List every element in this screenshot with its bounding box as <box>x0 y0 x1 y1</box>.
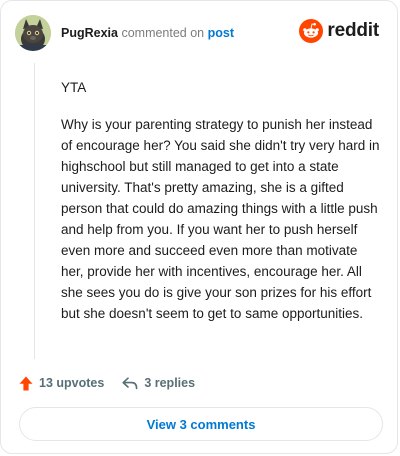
comment-paragraph: Why is your parenting strategy to punish… <box>61 117 380 321</box>
upvote-arrow-icon <box>19 376 33 390</box>
reddit-wordmark: reddit <box>327 20 379 41</box>
reply-arrow-icon <box>122 376 138 389</box>
user-avatar[interactable] <box>15 15 51 51</box>
byline: PugRexia commented on post <box>61 26 234 40</box>
replies-count: 3 replies <box>144 376 196 390</box>
comment-card: PugRexia commented on post reddit YTA Wh… <box>0 0 398 454</box>
action-text: commented on <box>121 26 205 40</box>
post-link[interactable]: post <box>208 26 234 40</box>
view-comments-button[interactable]: View 3 comments <box>19 407 383 441</box>
upvote-button[interactable]: 13 upvotes <box>19 376 104 391</box>
pug-avatar-icon <box>15 15 51 51</box>
thread-line[interactable] <box>34 63 35 359</box>
comment-actions: 13 upvotes 3 replies <box>19 373 195 393</box>
comment-body: YTA Why is your parenting strategy to pu… <box>61 77 383 340</box>
reddit-snoo-icon <box>299 19 324 43</box>
replies-button[interactable]: 3 replies <box>122 376 195 390</box>
upvote-count: 13 upvotes <box>39 376 105 390</box>
comment-paragraph: YTA <box>61 80 87 95</box>
comment-header: PugRexia commented on post <box>15 15 234 51</box>
reddit-logo[interactable]: reddit <box>299 19 379 43</box>
username-link[interactable]: PugRexia <box>61 26 118 40</box>
